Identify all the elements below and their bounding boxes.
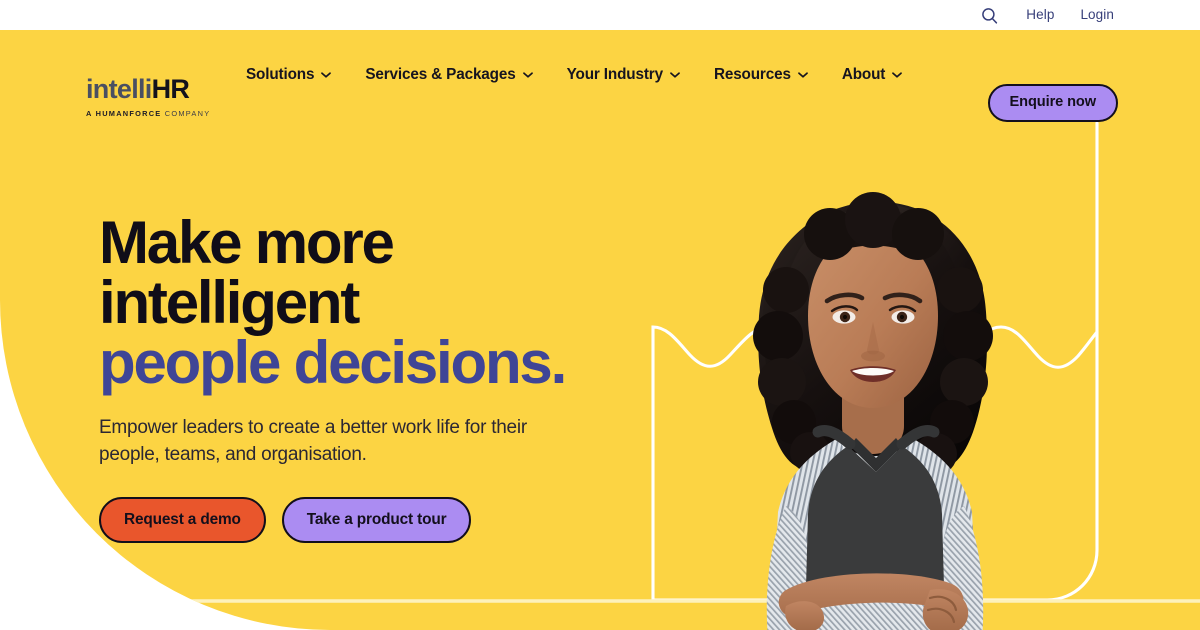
nav-item-label: Solutions xyxy=(246,66,315,84)
search-icon[interactable] xyxy=(980,6,998,24)
nav-item-resources[interactable]: Resources xyxy=(713,66,808,84)
utility-bar: Help Login xyxy=(0,0,1200,30)
hero-banner: intelliHR A HUMANFORCE COMPANY Solutions… xyxy=(0,30,1200,630)
main-navigation: intelliHR A HUMANFORCE COMPANY Solutions… xyxy=(0,30,1200,122)
nav-item-your-industry[interactable]: Your Industry xyxy=(566,66,680,84)
nav-item-label: Your Industry xyxy=(566,66,664,84)
headline-accent: people decisions. xyxy=(99,329,567,396)
utility-link-login[interactable]: Login xyxy=(1080,8,1114,22)
take-a-product-tour-button[interactable]: Take a product tour xyxy=(281,496,472,544)
chevron-down-icon xyxy=(522,72,533,78)
chevron-down-icon xyxy=(892,72,903,78)
nav-items: Solutions Services & Packages Your Indus… xyxy=(246,30,903,120)
nav-item-solutions[interactable]: Solutions xyxy=(246,66,332,84)
hero-cta-row: Request a demo Take a product tour xyxy=(99,496,719,544)
nav-item-services-packages[interactable]: Services & Packages xyxy=(365,66,533,84)
nav-item-label: About xyxy=(841,66,886,84)
hero-photo xyxy=(753,192,993,630)
logo-tagline-strong: A HUMANFORCE xyxy=(86,109,162,118)
headline-line-2: intelligent xyxy=(99,269,360,336)
utility-link-help[interactable]: Help xyxy=(1026,8,1054,22)
logo-secondary: HR xyxy=(151,74,190,104)
nav-item-label: Services & Packages xyxy=(365,66,516,84)
hero-subcopy: Empower leaders to create a better work … xyxy=(99,417,527,465)
logo-tagline-rest: COMPANY xyxy=(161,109,211,118)
hero-copy: Make more intelligent people decisions. … xyxy=(99,213,719,544)
enquire-now-button[interactable]: Enquire now xyxy=(987,84,1118,122)
headline-line-1: Make more xyxy=(99,209,395,276)
logo-tagline: A HUMANFORCE COMPANY xyxy=(86,110,210,117)
nav-item-label: Resources xyxy=(713,66,791,84)
page-title: Make more intelligent people decisions. xyxy=(99,213,719,393)
logo[interactable]: intelliHR A HUMANFORCE COMPANY xyxy=(86,76,210,118)
hero-page: Help Login intelliHR A HUMANFORCE COMPAN… xyxy=(0,0,1200,630)
chevron-down-icon xyxy=(670,72,680,78)
request-a-demo-button[interactable]: Request a demo xyxy=(99,496,266,544)
logo-primary: intelli xyxy=(86,74,152,104)
chevron-down-icon xyxy=(797,72,808,78)
logo-wordmark: intelliHR xyxy=(86,76,210,103)
nav-item-about[interactable]: About xyxy=(841,66,903,84)
chevron-down-icon xyxy=(321,72,332,78)
